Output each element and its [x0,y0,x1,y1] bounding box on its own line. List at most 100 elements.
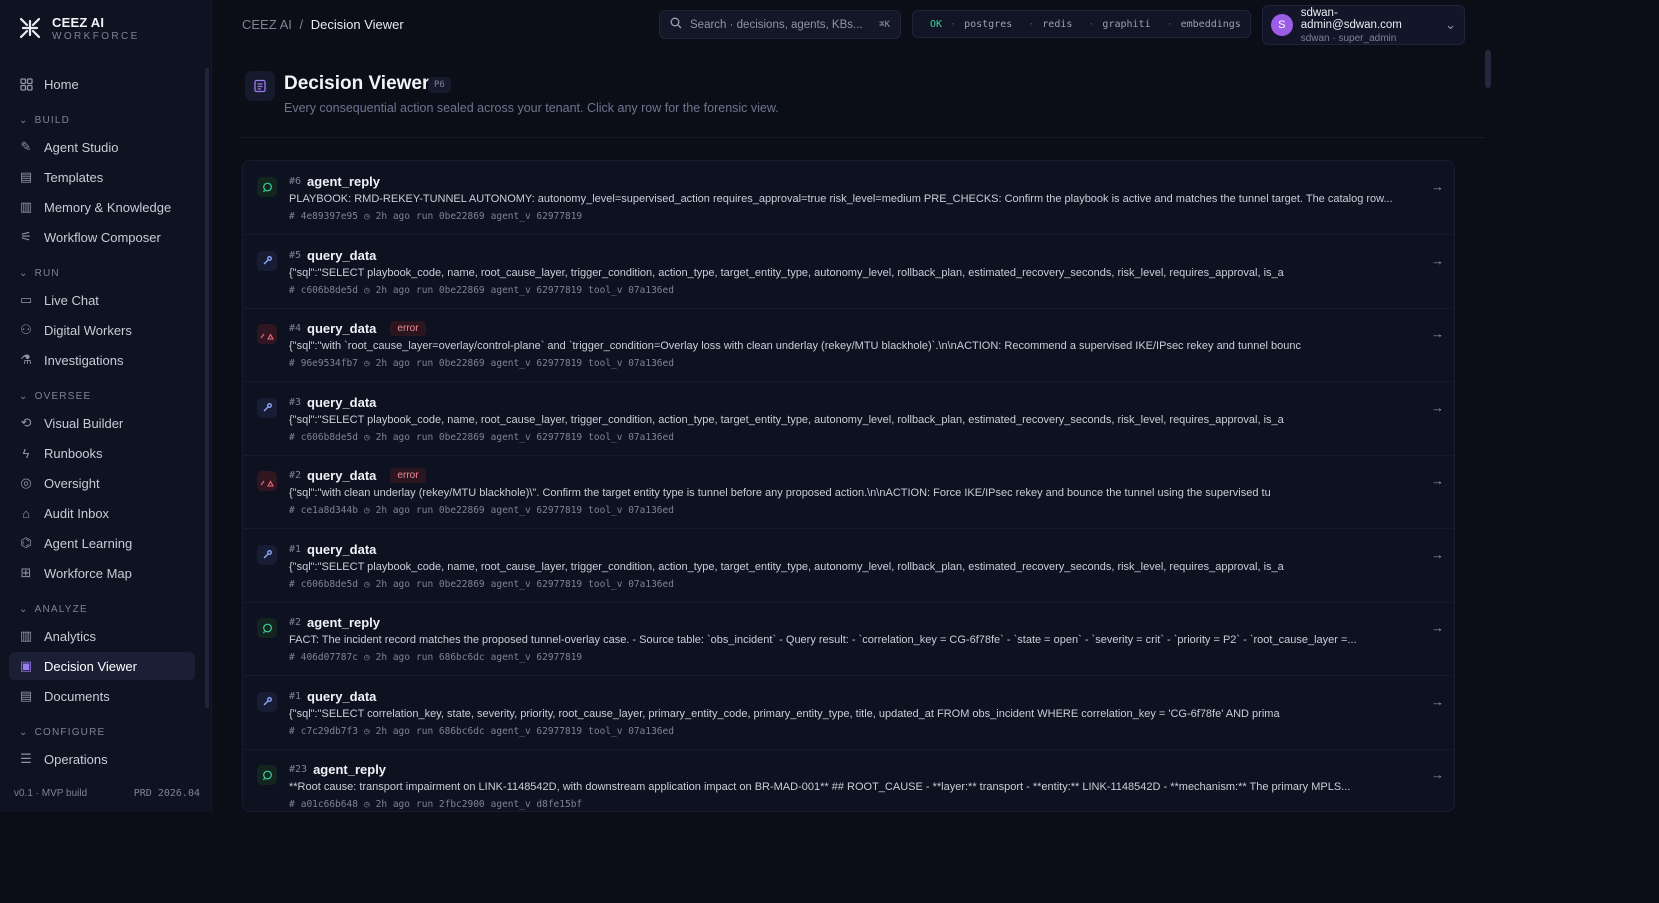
system-status[interactable]: OK · postgres · redis · graphiti · embed… [912,10,1251,38]
decision-time: 2h ago [375,284,410,296]
decision-body: PLAYBOOK: RMD-REKEY-TUNNEL AUTONOMY: aut… [289,193,1393,205]
sidebar-item-memory-knowledge[interactable]: ▥ Memory & Knowledge [9,193,195,221]
sidebar-scrollbar[interactable] [205,68,209,708]
brand[interactable]: CEEZ AI WORKFORCE [16,14,140,42]
tool-warning-icon [257,471,277,491]
main-scrollbar[interactable] [1485,50,1491,88]
sidebar-item-oversight[interactable]: ◎ Oversight [9,469,195,497]
decision-tool-version: tool_v 07a136ed [588,505,674,516]
arrow-right-icon[interactable]: → [1431,179,1444,194]
decision-row[interactable]: #2 agent_reply FACT: The incident record m… [243,602,1454,676]
brand-name: CEEZ AI [52,14,105,30]
breadcrumb-root[interactable]: CEEZ AI [242,17,292,32]
arrow-right-icon[interactable]: → [1431,694,1444,709]
sidebar-item-documents[interactable]: ▤ Documents [9,682,195,710]
decision-seq: #5 [289,249,302,261]
sidebar-item-label: Workforce Map [44,565,132,581]
arrow-right-icon[interactable]: → [1431,767,1444,782]
document-icon: ▤ [19,688,33,703]
arrow-right-icon[interactable]: → [1431,473,1444,488]
bar-chart-icon: ▥ [19,628,33,643]
sidebar-item-templates[interactable]: ▤ Templates [9,163,195,191]
decision-hash: 4e89397e95 [300,211,358,222]
scroll-icon [245,71,275,101]
sidebar-item-live-chat[interactable]: ▭ Live Chat [9,286,195,314]
sidebar-item-runbooks[interactable]: ϟ Runbooks [9,439,195,467]
chat-bubble-icon [257,618,277,638]
sidebar-item-home[interactable]: Home [9,70,195,98]
sidebar-item-label: Visual Builder [44,415,124,431]
chevron-down-icon: ⌄ [19,115,29,126]
decision-body: {"sql":"with `root_cause_layer=overlay/c… [289,340,1301,352]
wrench-icon [257,691,277,712]
hash-icon: # [289,725,295,737]
wrench-icon [257,544,277,565]
sidebar-item-investigations[interactable]: ⚗ Investigations [9,346,195,374]
section-analyze[interactable]: ⌄ ANALYZE [9,597,195,622]
decision-agent-version: agent_v d8fe15bf [490,799,583,810]
decision-hash: 406d07787c [300,652,358,663]
page-subtitle: Every consequential action sealed across… [284,101,779,115]
decision-row[interactable]: #2 query_data error {"sql":"with clean unde… [243,455,1454,529]
brand-tagline: WORKFORCE [52,30,140,42]
sidebar-item-agent-learning[interactable]: ⌬ Agent Learning [9,529,195,557]
decision-name: query_data [307,321,377,336]
decision-run: run 0be22869 [416,211,485,222]
user-menu[interactable]: S sdwan-admin@sdwan.com sdwan · super_ad… [1262,5,1465,45]
sparkle-wand-icon: ⚟ [20,229,32,244]
section-oversee[interactable]: ⌄ OVERSEE [9,384,195,409]
decision-hash: a01c66b648 [300,799,358,810]
sidebar-item-visual-builder[interactable]: ⟲ Visual Builder [9,409,195,437]
clock-icon: ◷ [363,725,370,737]
search-icon [670,17,682,32]
topbar: CEEZ AI / Decision Viewer Search · decis… [212,0,1492,48]
arrow-right-icon[interactable]: → [1431,400,1444,415]
decision-name: agent_reply [307,615,381,630]
sidebar-item-label: Documents [44,688,110,704]
section-run[interactable]: ⌄ RUN [9,261,195,286]
decision-seq: #1 [289,543,302,555]
decision-row[interactable]: #4 query_data error {"sql":"with `root_caus… [243,308,1454,382]
radar-icon: ◎ [20,475,32,490]
arrow-right-icon[interactable]: → [1431,253,1444,268]
sidebar-item-operations[interactable]: ☰ Operations [9,745,195,773]
decision-row[interactable]: #3 query_data {"sql":"SELECT playbook_code… [243,382,1454,456]
status-ok: OK [930,18,943,30]
decision-row[interactable]: #1 query_data {"sql":"SELECT correlation_k… [243,676,1454,750]
decision-run: run 2fbc2900 [416,799,485,810]
arrow-right-icon[interactable]: → [1431,620,1444,635]
sidebar-item-analytics[interactable]: ▥ Analytics [9,622,195,650]
decision-row[interactable]: #23 agent_reply **Root cause: transport im… [243,749,1454,811]
arrow-right-icon[interactable]: → [1431,547,1444,562]
wrench-icon [257,397,277,418]
search-input[interactable]: Search · decisions, agents, KBs... ⌘K [659,10,901,39]
sidebar-item-decision-viewer[interactable]: ▣ Decision Viewer [9,652,195,680]
sidebar-item-workflow-composer[interactable]: ⚟ Workflow Composer [9,223,195,251]
decision-name: agent_reply [307,174,381,189]
section-configure[interactable]: ⌄ CONFIGURE [9,720,195,745]
decision-row[interactable]: #6 agent_reply PLAYBOOK: RMD-REKEY-TUNNEL … [243,161,1454,235]
decision-name: agent_reply [313,762,387,777]
hash-icon: # [289,652,295,663]
section-build[interactable]: ⌄ BUILD [9,108,195,133]
sidebar-item-agent-studio[interactable]: ✎ Agent Studio [9,133,195,161]
search-shortcut: ⌘K [879,19,890,30]
decision-time: 2h ago [375,505,410,516]
grid-icon [19,77,33,91]
decision-row[interactable]: #5 query_data {"sql":"SELECT playbook_code… [243,235,1454,309]
sidebar-item-workforce-map[interactable]: ⊞ Workforce Map [9,559,195,587]
sidebar-item-label: Operations [44,751,108,767]
sidebar-item-digital-workers[interactable]: ⚇ Digital Workers [9,316,195,344]
arrow-right-icon[interactable]: → [1431,326,1444,341]
decision-row[interactable]: #1 query_data {"sql":"SELECT playbook_code… [243,529,1454,603]
chat-bubble-icon [257,765,277,785]
users-icon: ⚇ [20,322,32,337]
user-role: sdwan · super_admin [1300,32,1397,44]
decision-tool-version: tool_v 07a136ed [588,578,674,590]
clock-icon: ◷ [363,431,370,443]
section-label: OVERSEE [34,391,92,402]
service-redis: redis [1042,18,1073,30]
decision-seq: #4 [289,323,302,334]
sidebar-item-label: Templates [44,169,104,185]
sidebar-item-audit-inbox[interactable]: ⌂ Audit Inbox [9,499,195,527]
